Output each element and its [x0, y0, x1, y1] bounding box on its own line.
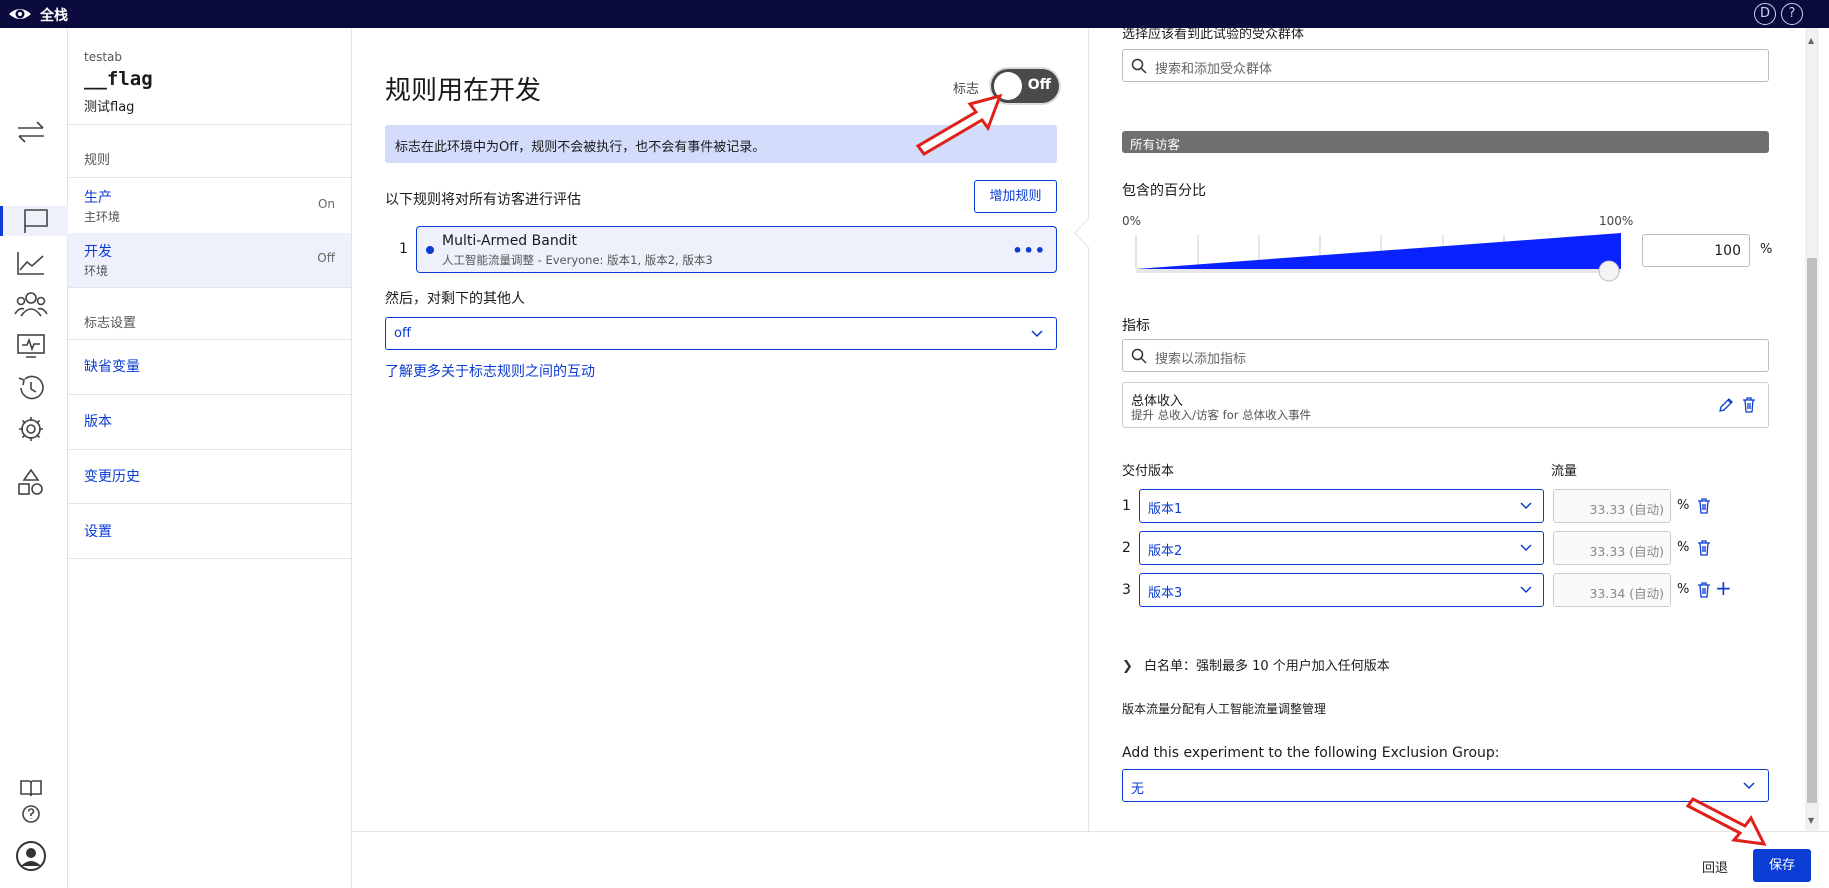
add-variation-plus-icon[interactable]: + [1715, 576, 1732, 600]
flag-key: __flag [84, 68, 153, 90]
managed-note: 版本流量分配有人工智能流量调整管理 [1122, 702, 1327, 716]
scroll-down-icon[interactable]: ▼ [1808, 816, 1814, 825]
delete-trash-icon[interactable] [1696, 581, 1712, 599]
shapes-icon[interactable] [14, 468, 48, 498]
more-options-icon[interactable]: ••• [1012, 241, 1046, 260]
chevron-down-icon [1031, 330, 1043, 338]
exclusion-group-select[interactable]: 无 [1122, 769, 1769, 802]
rule-title: Multi-Armed Bandit [442, 233, 577, 249]
variation-select[interactable]: 版本3 [1139, 573, 1544, 607]
traffic-slider[interactable] [1134, 233, 1621, 299]
traffic-label: 流量 [1551, 464, 1578, 479]
monitor-icon[interactable] [14, 331, 48, 361]
scroll-up-icon[interactable]: ▲ [1808, 36, 1814, 45]
traffic-input[interactable]: 33.34 (自动) [1553, 573, 1671, 607]
metric-description: 提升 总收入/访客 for 总体收入事件 [1131, 408, 1312, 422]
nav-variations[interactable]: 版本 [84, 411, 112, 431]
metric-card: 总体收入 提升 总收入/访客 for 总体收入事件 [1122, 382, 1769, 428]
flag-sidebar: testab __flag 测试flag 规则 生产 主环境 On 开发 环境 … [68, 28, 352, 888]
learn-more-link[interactable]: 了解更多关于标志规则之间的互动 [385, 361, 595, 381]
exclusion-group-label: Add this experiment to the following Exc… [1122, 745, 1500, 761]
project-name: testab [84, 50, 123, 64]
variation-select[interactable]: 版本1 [1139, 489, 1544, 523]
rule-status-dot [426, 246, 434, 254]
search-icon [1131, 348, 1147, 364]
add-rule-button[interactable]: 增加规则 [974, 180, 1057, 213]
delete-trash-icon[interactable] [1741, 396, 1757, 414]
variation-select[interactable]: 版本2 [1139, 531, 1544, 565]
audience-group-bar: 所有访客 [1122, 131, 1769, 153]
fallthrough-select[interactable]: off [385, 317, 1057, 350]
chevron-down-icon [1743, 782, 1755, 790]
profile-avatar-icon[interactable] [14, 841, 48, 871]
save-button[interactable]: 保存 [1753, 849, 1811, 882]
switch-icon[interactable] [14, 117, 48, 147]
slider-max-label: 100% [1599, 214, 1634, 228]
rules-hint: 以下规则将对所有访客进行评估 [385, 192, 581, 208]
panel-pointer [1074, 218, 1089, 248]
top-bar: 全栈 D ? [0, 0, 1829, 28]
traffic-input[interactable]: 33.33 (自动) [1553, 531, 1671, 565]
variations-label: 交付版本 [1122, 464, 1175, 479]
history-icon[interactable] [14, 373, 48, 403]
percent-included-label: 包含的百分比 [1122, 183, 1206, 199]
flags-icon[interactable] [0, 206, 68, 236]
rule-summary: 人工智能流量调整 - Everyone: 版本1, 版本2, 版本3 [442, 253, 713, 267]
percent-sign: % [1760, 242, 1773, 257]
eye-logo-icon[interactable] [8, 3, 32, 25]
help-circle-icon[interactable] [14, 799, 48, 829]
nav-change-history[interactable]: 变更历史 [84, 466, 140, 486]
chevron-down-icon [1520, 544, 1532, 552]
audience-label: 选择应该看到此试验的受众群体 [1122, 28, 1305, 42]
annotation-arrow-icon [915, 93, 1003, 156]
revert-button[interactable]: 回退 [1702, 857, 1728, 876]
metrics-label: 指标 [1122, 318, 1150, 334]
whitelist-toggle[interactable]: ❯ 白名单：强制最多 10 个用户加入任何版本 [1122, 655, 1390, 674]
flag-settings-header: 标志设置 [84, 316, 137, 331]
scrollbar-thumb[interactable] [1807, 258, 1817, 803]
search-icon [1131, 58, 1147, 74]
edit-pencil-icon[interactable] [1718, 397, 1734, 413]
env-status: On [317, 197, 335, 211]
annotation-arrow-icon [1685, 797, 1767, 846]
env-production[interactable]: 生产 主环境 On [68, 179, 351, 233]
user-avatar-icon[interactable]: D [1754, 3, 1776, 25]
rule-number: 1 [399, 241, 408, 257]
delete-trash-icon[interactable] [1696, 497, 1712, 515]
icon-rail [0, 28, 68, 888]
delete-trash-icon[interactable] [1696, 539, 1712, 557]
settings-gear-icon[interactable] [14, 414, 48, 444]
percent-input[interactable]: 100 [1642, 234, 1750, 267]
chevron-down-icon [1520, 586, 1532, 594]
fallthrough-label: 然后，对剩下的其他人 [385, 291, 525, 307]
help-icon[interactable]: ? [1781, 3, 1803, 25]
page-title: 规则用在开发 [385, 76, 542, 106]
app-name: 全栈 [40, 8, 68, 24]
rule-editor: 选择应该看到此试验的受众群体 搜索和添加受众群体 所有访客 包含的百分比 0% … [1089, 28, 1805, 831]
rule-card[interactable]: Multi-Armed Bandit 人工智能流量调整 - Everyone: … [416, 226, 1057, 273]
chevron-right-icon: ❯ [1122, 659, 1133, 674]
audiences-icon[interactable] [14, 289, 48, 319]
scrollbar[interactable]: ▲ ▼ [1805, 28, 1819, 831]
chevron-down-icon [1520, 502, 1532, 510]
nav-default-variables[interactable]: 缺省变量 [84, 356, 140, 376]
results-chart-icon[interactable] [14, 248, 48, 278]
metrics-search-input[interactable]: 搜索以添加指标 [1122, 339, 1769, 372]
toggle-state: Off [1027, 77, 1051, 93]
flag-name: 测试flag [84, 100, 135, 115]
footer-bar: 回退 保存 [352, 831, 1829, 888]
env-development[interactable]: 开发 环境 Off [68, 233, 351, 287]
nav-settings[interactable]: 设置 [84, 521, 112, 541]
rules-section-header: 规则 [84, 153, 111, 168]
env-status: Off [317, 251, 335, 265]
audience-search-input[interactable]: 搜索和添加受众群体 [1122, 49, 1769, 82]
traffic-input[interactable]: 33.33 (自动) [1553, 489, 1671, 523]
slider-min-label: 0% [1122, 214, 1142, 228]
